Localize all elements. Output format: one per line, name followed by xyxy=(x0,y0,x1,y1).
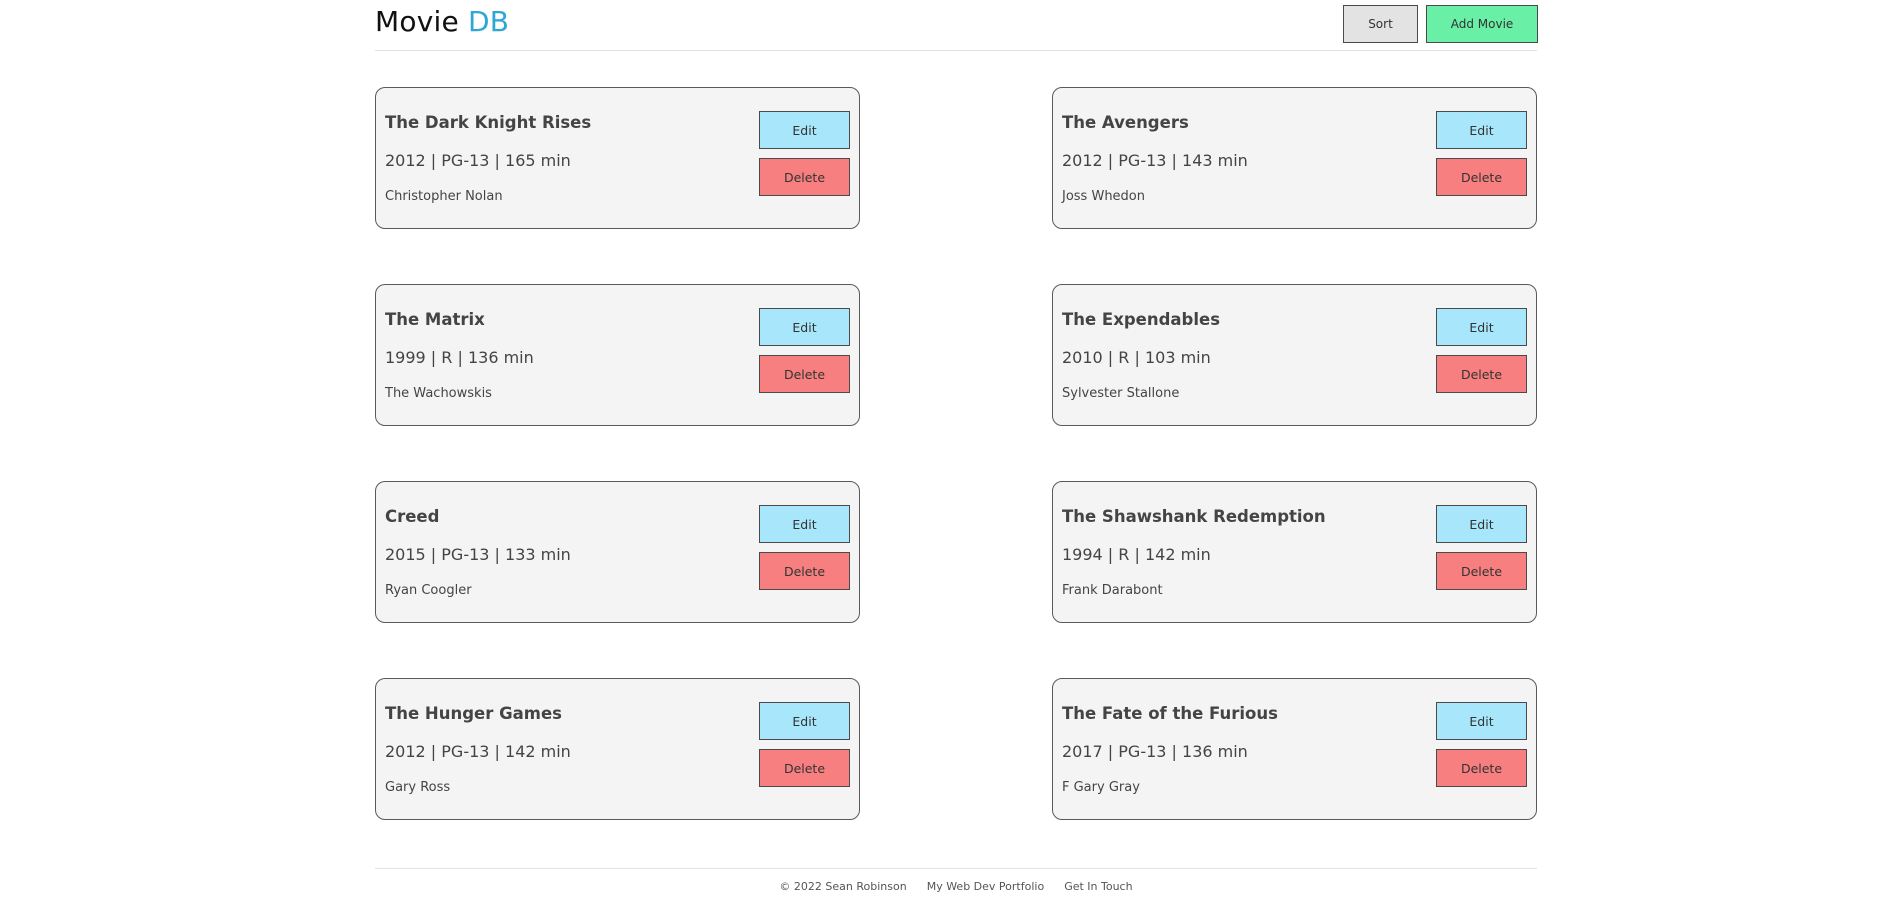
movie-card: The Expendables 2010 | R | 103 min Sylve… xyxy=(1052,284,1537,426)
movie-title: The Matrix xyxy=(385,310,485,329)
movie-title: The Expendables xyxy=(1062,310,1221,329)
movie-title: The Hunger Games xyxy=(385,704,563,723)
movie-director: Frank Darabont xyxy=(1062,583,1163,598)
edit-button[interactable]: Edit xyxy=(759,505,850,543)
movie-meta: 2010 | R | 103 min xyxy=(1062,348,1211,367)
movie-meta: 1999 | R | 136 min xyxy=(385,348,534,367)
edit-button[interactable]: Edit xyxy=(1436,505,1527,543)
delete-button[interactable]: Delete xyxy=(759,552,850,590)
movie-meta: 2017 | PG-13 | 136 min xyxy=(1062,742,1248,761)
delete-button[interactable]: Delete xyxy=(1436,158,1527,196)
edit-button[interactable]: Edit xyxy=(759,702,850,740)
edit-button[interactable]: Edit xyxy=(759,308,850,346)
movie-director: Joss Whedon xyxy=(1062,189,1146,204)
delete-button[interactable]: Delete xyxy=(1436,552,1527,590)
edit-button[interactable]: Edit xyxy=(1436,111,1527,149)
delete-button[interactable]: Delete xyxy=(759,749,850,787)
movie-meta: 2015 | PG-13 | 133 min xyxy=(385,545,571,564)
portfolio-link[interactable]: My Web Dev Portfolio xyxy=(927,880,1044,893)
movie-card: The Matrix 1999 | R | 136 min The Wachow… xyxy=(375,284,860,426)
logo: Movie DB xyxy=(375,5,509,38)
movie-title: The Dark Knight Rises xyxy=(385,113,592,132)
logo-accent: DB xyxy=(467,5,510,38)
movie-director: The Wachowskis xyxy=(385,386,492,401)
app-container: Movie DB Sort Add Movie The Dark Knight … xyxy=(375,0,1538,904)
movie-card: The Fate of the Furious 2017 | PG-13 | 1… xyxy=(1052,678,1537,820)
footer-links: © 2022 Sean Robinson My Web Dev Portfoli… xyxy=(375,880,1537,893)
movie-director: Gary Ross xyxy=(385,780,451,795)
edit-button[interactable]: Edit xyxy=(1436,702,1527,740)
movie-title: The Shawshank Redemption xyxy=(1062,507,1326,526)
footer: © 2022 Sean Robinson My Web Dev Portfoli… xyxy=(375,868,1537,904)
movie-card: The Avengers 2012 | PG-13 | 143 min Joss… xyxy=(1052,87,1537,229)
movie-meta: 2012 | PG-13 | 142 min xyxy=(385,742,571,761)
movie-grid: The Dark Knight Rises 2012 | PG-13 | 165… xyxy=(375,87,1537,820)
movie-director: Christopher Nolan xyxy=(385,189,503,204)
header: Movie DB Sort Add Movie xyxy=(375,0,1538,51)
delete-button[interactable]: Delete xyxy=(1436,749,1527,787)
sort-button[interactable]: Sort xyxy=(1343,5,1418,43)
movie-meta: 2012 | PG-13 | 165 min xyxy=(385,151,571,170)
add-movie-button[interactable]: Add Movie xyxy=(1426,5,1538,43)
movie-card: The Shawshank Redemption 1994 | R | 142 … xyxy=(1052,481,1537,623)
movie-card: Creed 2015 | PG-13 | 133 min Ryan Coogle… xyxy=(375,481,860,623)
movie-meta: 1994 | R | 142 min xyxy=(1062,545,1211,564)
movie-director: Sylvester Stallone xyxy=(1062,386,1180,401)
movie-title: The Avengers xyxy=(1062,113,1189,132)
movie-card: The Hunger Games 2012 | PG-13 | 142 min … xyxy=(375,678,860,820)
copyright-text: © 2022 Sean Robinson xyxy=(779,880,907,893)
delete-button[interactable]: Delete xyxy=(759,158,850,196)
edit-button[interactable]: Edit xyxy=(759,111,850,149)
movie-title: Creed xyxy=(385,507,440,526)
contact-link[interactable]: Get In Touch xyxy=(1064,880,1132,893)
movie-card: The Dark Knight Rises 2012 | PG-13 | 165… xyxy=(375,87,860,229)
movie-meta: 2012 | PG-13 | 143 min xyxy=(1062,151,1248,170)
delete-button[interactable]: Delete xyxy=(1436,355,1527,393)
movie-director: F Gary Gray xyxy=(1062,780,1140,795)
movie-director: Ryan Coogler xyxy=(385,583,472,598)
movie-title: The Fate of the Furious xyxy=(1062,704,1278,723)
delete-button[interactable]: Delete xyxy=(759,355,850,393)
edit-button[interactable]: Edit xyxy=(1436,308,1527,346)
logo-main: Movie xyxy=(375,5,459,38)
